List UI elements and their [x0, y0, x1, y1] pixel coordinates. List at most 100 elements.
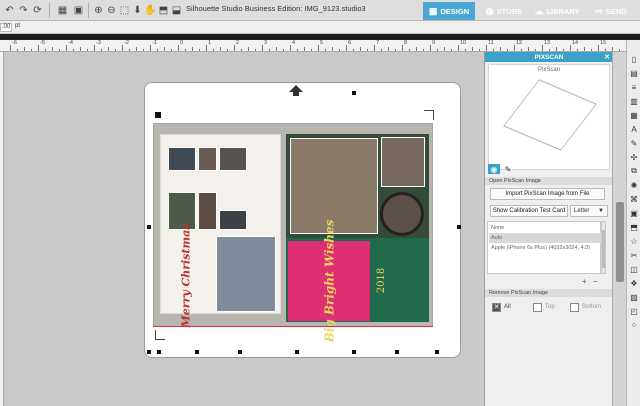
pixscan-icon[interactable]: ▣ — [629, 208, 639, 218]
nesting-icon[interactable]: ◫ — [629, 264, 639, 274]
line-width-field[interactable]: .00 — [0, 23, 12, 32]
camera-profile-list[interactable]: None Auto Apple (iPhone 6s Plus) (4032x3… — [487, 221, 601, 274]
ruler-label: 10 — [460, 40, 467, 46]
layers-icon[interactable]: ▥ — [629, 96, 639, 106]
selection-handle[interactable] — [352, 91, 356, 95]
ruler-minor-tick — [24, 47, 25, 51]
send-icon: ⇨ — [595, 5, 603, 16]
undo-icon[interactable]: ↶ — [3, 4, 16, 17]
warp-icon[interactable]: ☆ — [629, 236, 639, 246]
pixscan-mat-illustration — [503, 79, 597, 151]
align-icon[interactable]: ▦ — [629, 110, 639, 120]
zoom-out-icon[interactable]: ⊖ — [105, 4, 118, 17]
ruler-minor-tick — [353, 49, 354, 51]
tab-label: STORE — [496, 6, 523, 16]
tab-store[interactable]: ◍ STORE — [482, 2, 526, 20]
emboss-icon[interactable]: ◰ — [629, 306, 639, 316]
selection-handle[interactable] — [457, 225, 461, 229]
round-photo — [380, 192, 424, 236]
redo-icon[interactable]: ↷ — [17, 4, 30, 17]
ungroup-icon[interactable]: ▣ — [72, 4, 85, 17]
calibration-card-button[interactable]: Show Calibration Test Card — [490, 205, 568, 217]
close-icon[interactable]: ✕ — [604, 53, 610, 61]
zoom-in-icon[interactable]: ⊕ — [92, 4, 105, 17]
ruler-minor-tick — [388, 47, 389, 51]
remove-top-label: Top — [545, 304, 555, 310]
paper-size-select[interactable]: Letter ▼ — [570, 205, 608, 217]
refresh-icon[interactable]: ⟳ — [31, 4, 44, 17]
ruler-minor-tick — [80, 47, 81, 51]
tab-design[interactable]: ▦ DESIGN — [423, 2, 475, 20]
merry-christmas-label: Merry Christmas — [179, 223, 193, 327]
selection-handle[interactable] — [195, 350, 199, 354]
remove-bottom-checkbox[interactable] — [570, 303, 579, 312]
design-store-icon[interactable]: ❖ — [629, 278, 639, 288]
replicate-icon[interactable]: ⧉ — [629, 166, 639, 176]
selection-handle[interactable] — [147, 225, 151, 229]
modify-icon[interactable]: ⬒ — [629, 222, 639, 232]
fill-pattern-icon[interactable]: ▨ — [629, 292, 639, 302]
ruler-minor-tick — [528, 47, 529, 51]
year-label: 2018 — [376, 267, 388, 293]
ruler-major-tick — [262, 45, 263, 51]
year-text: 2018 — [371, 245, 393, 315]
ruler-minor-tick — [311, 49, 312, 51]
tab-label: SEND — [605, 6, 627, 16]
remove-bottom-label: Bottom — [582, 304, 602, 310]
main-toolbar: ↶ ↷ ⟳ ▦ ▣ ⊕ ⊖ ⬚ ⬇ ✋ ⬒ ⬓ Silhouette Studi… — [0, 0, 640, 21]
tab-library[interactable]: ☁ LIBRARY — [534, 2, 580, 20]
line-style-icon[interactable]: ≡ — [629, 82, 639, 92]
add-profile-button[interactable]: + — [582, 277, 587, 286]
vertical-scrollbar[interactable] — [612, 52, 626, 406]
scrollbar-thumb[interactable] — [602, 230, 605, 268]
selection-handle[interactable] — [238, 350, 242, 354]
ruler-minor-tick — [220, 47, 221, 51]
offset-icon[interactable]: ✺ — [629, 180, 639, 190]
text-style-icon[interactable]: A — [629, 124, 639, 134]
ruler-major-tick — [66, 45, 67, 51]
horizontal-ruler: -6 -5 -4 -3 -2 -1 0 1 2 3 4 5 6 7 8 9 10 11 12 13 14 15 — [0, 40, 626, 52]
remove-top-checkbox[interactable] — [533, 303, 542, 312]
selection-handle[interactable] — [395, 350, 399, 354]
ruler-minor-tick — [185, 49, 186, 51]
tab-send[interactable]: ⇨ SEND — [590, 2, 632, 20]
zoom-box-icon[interactable]: ⬚ — [118, 4, 131, 17]
ruler-major-tick — [430, 45, 431, 51]
ruler-minor-tick — [549, 49, 550, 51]
selection-handle[interactable] — [352, 350, 356, 354]
window-title: Silhouette Studio Business Edition: IMG_… — [186, 4, 366, 13]
fill-color-icon[interactable]: ▤ — [629, 68, 639, 78]
pan-hand-icon[interactable]: ✋ — [144, 4, 157, 17]
fit-page-icon-2[interactable]: ⬓ — [170, 4, 183, 17]
knife-icon[interactable]: ✂ — [629, 250, 639, 260]
list-item[interactable]: None — [489, 223, 601, 233]
list-item[interactable]: Auto — [489, 233, 601, 243]
grid-icon: ▦ — [428, 5, 438, 16]
camera-icon[interactable]: ◉ — [488, 164, 500, 174]
move-down-icon[interactable]: ⬇ — [131, 4, 144, 17]
selection-handle[interactable] — [147, 350, 151, 354]
selection-handle[interactable] — [295, 350, 299, 354]
remove-all-label: All — [504, 304, 511, 310]
list-scrollbar[interactable] — [601, 221, 606, 274]
trace-icon[interactable]: ⌘ — [629, 194, 639, 204]
page-setup-icon[interactable]: ▯ — [629, 54, 639, 64]
sketch-icon[interactable]: ✎ — [629, 138, 639, 148]
remove-profile-button[interactable]: − — [593, 277, 598, 286]
ruler-minor-tick — [332, 47, 333, 51]
scanner-icon[interactable]: ✎ — [502, 164, 514, 174]
scrollbar-thumb[interactable] — [616, 202, 624, 282]
selection-handle[interactable] — [157, 350, 161, 354]
group-icon[interactable]: ▦ — [56, 4, 69, 17]
registration-square — [155, 112, 161, 118]
selection-handle[interactable] — [435, 350, 439, 354]
list-item[interactable]: Apple (iPhone 6s Plus) (4032x3024, 4:3) — [489, 243, 601, 253]
rhinestone-icon[interactable]: ⁘ — [629, 320, 639, 330]
photo-thumb — [219, 210, 247, 230]
remove-all-checkbox[interactable]: ✕ — [492, 303, 501, 312]
photo-thumb — [168, 147, 196, 171]
transform-icon[interactable]: ✣ — [629, 152, 639, 162]
import-pixscan-button[interactable]: Import PixScan Image from File — [490, 188, 605, 200]
fit-page-icon[interactable]: ⬒ — [157, 4, 170, 17]
ruler-minor-tick — [108, 47, 109, 51]
